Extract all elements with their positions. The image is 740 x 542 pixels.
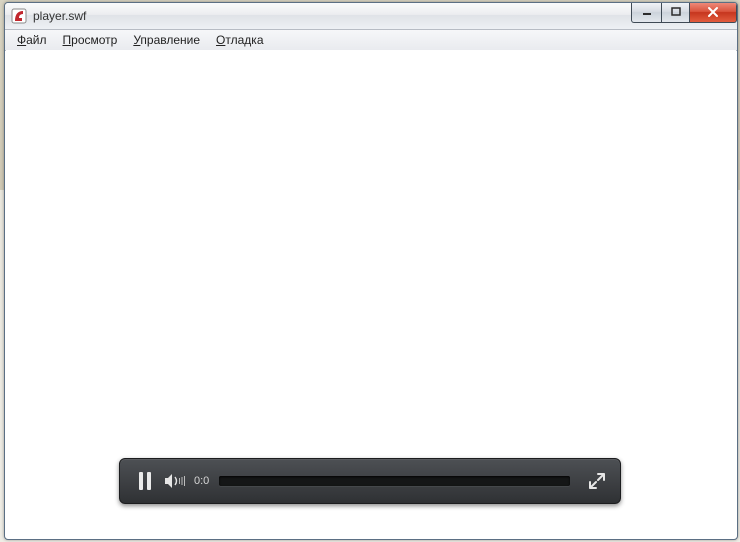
content-area: 0:0 [6,50,736,538]
menu-view[interactable]: Просмотр [55,32,126,48]
fullscreen-button[interactable] [584,473,610,489]
window-title: player.swf [33,9,86,23]
menu-file[interactable]: Файл [9,32,55,48]
menu-label-rest: айл [26,33,46,47]
pause-button[interactable] [130,458,160,504]
volume-icon [164,473,188,489]
maximize-button[interactable] [661,2,690,23]
window-controls [632,2,737,22]
fullscreen-icon [589,473,605,489]
minimize-icon [642,7,652,17]
minimize-button[interactable] [631,2,662,23]
menu-hotkey: О [216,33,225,47]
menu-bar: Файл Просмотр Управление Отладка [5,30,737,51]
menu-hotkey: П [63,33,72,47]
close-button[interactable] [689,2,737,23]
close-icon [707,6,719,18]
menu-control[interactable]: Управление [125,32,208,48]
menu-debug[interactable]: Отладка [208,32,271,48]
volume-control[interactable]: 0:0 [164,473,209,489]
menu-label-rest: правление [140,33,200,47]
menu-label-rest: росмотр [71,33,117,47]
flash-player-icon [11,8,27,24]
menu-hotkey: Ф [17,33,26,47]
progress-bar[interactable] [219,476,570,486]
menu-label-rest: тладка [225,33,263,47]
app-window: player.swf Файл Просмотр Управление [4,2,738,540]
time-display: 0:0 [194,475,209,487]
media-player-bar: 0:0 [119,458,621,504]
title-bar: player.swf [5,3,737,30]
maximize-icon [671,7,681,17]
pause-icon [139,472,151,490]
